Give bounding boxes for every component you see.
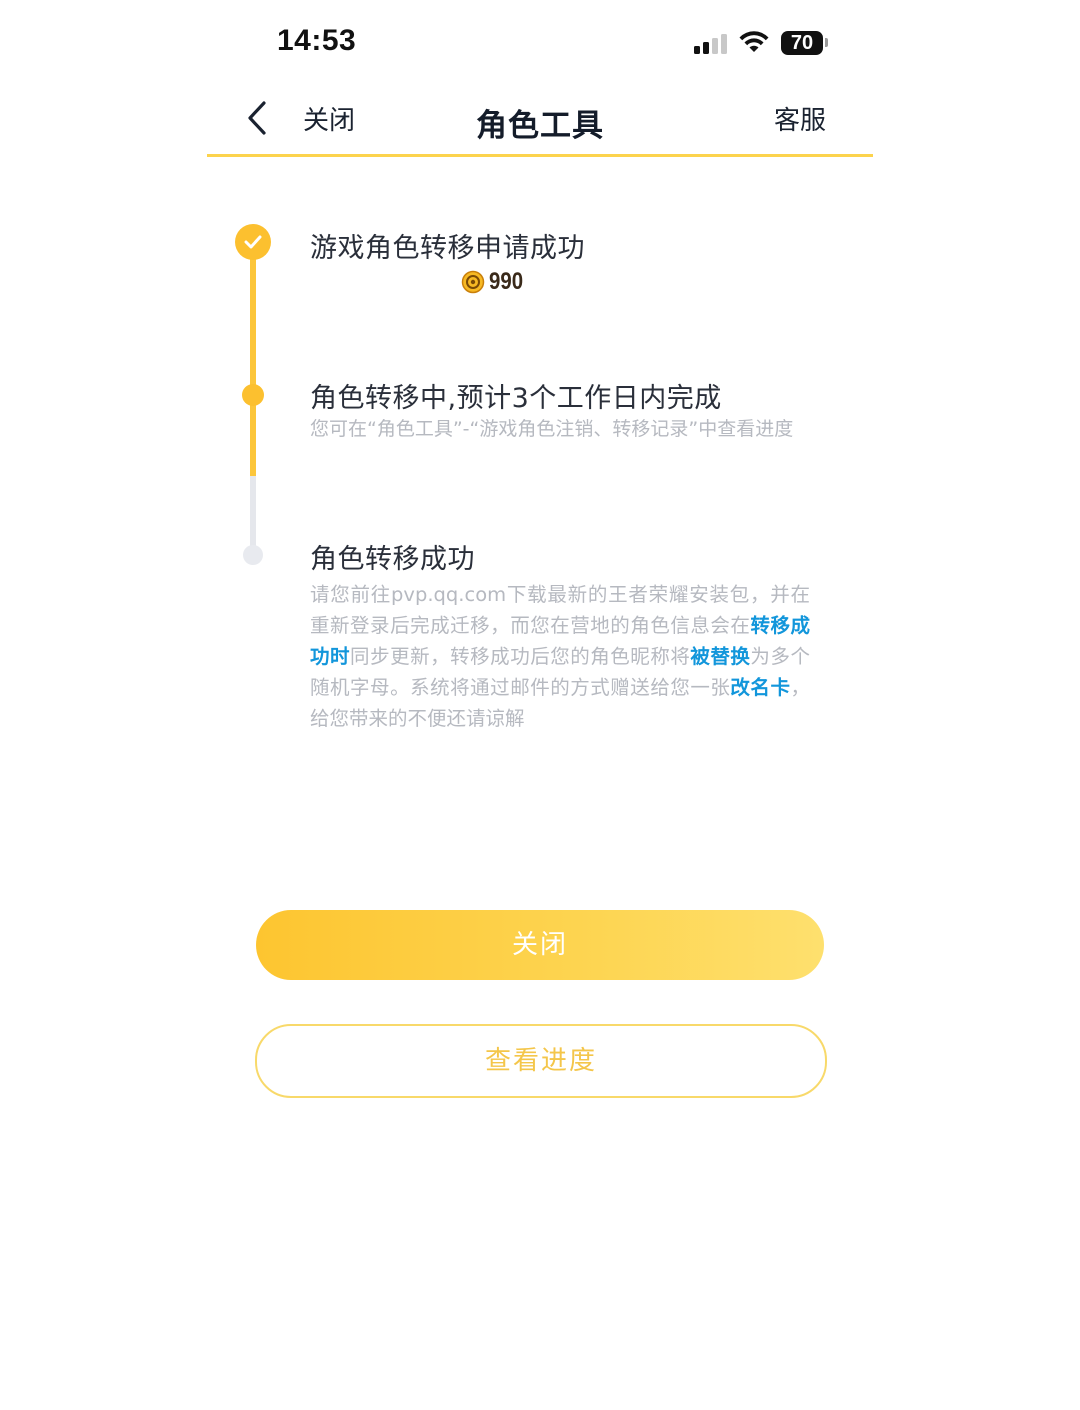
step-done-check-icon: [235, 224, 271, 260]
view-progress-button[interactable]: 查看进度: [255, 1024, 827, 1098]
highlight-replaced: 被替换: [690, 645, 751, 668]
timeline-progress-line: [250, 248, 256, 476]
step-2-description: 您可在“角色工具”-“游戏角色注销、转移记录”中查看进度: [310, 418, 794, 440]
customer-service-button[interactable]: 客服: [774, 100, 826, 137]
step-3-text: 请您前往pvp.qq.com下载最新的王者荣耀安装包，并在重新登录后完成迁移，而…: [310, 583, 810, 637]
battery-icon: 70: [781, 31, 823, 55]
step-3-title: 角色转移成功: [310, 544, 475, 575]
step-3-description: 请您前往pvp.qq.com下载最新的王者荣耀安装包，并在重新登录后完成迁移，而…: [310, 579, 810, 734]
coin-value: 990: [489, 268, 524, 295]
timeline-pending-line: [250, 476, 256, 556]
wifi-icon: [739, 31, 769, 52]
nav-divider: [207, 154, 873, 157]
step-pending-dot: [243, 545, 263, 565]
highlight-rename-card: 改名卡: [730, 676, 791, 699]
step-1-title: 游戏角色转移申请成功: [310, 233, 585, 264]
coin-icon: [461, 270, 485, 294]
close-button[interactable]: 关闭: [256, 910, 824, 980]
page: 14:53 70 关闭 角色工具 客服 游戏角色转移申请成功 990 角色转移中…: [0, 0, 1080, 1410]
status-time: 14:53: [277, 24, 357, 57]
step-active-dot: [242, 384, 264, 406]
page-title: 角色工具: [476, 108, 604, 144]
battery-cap: [825, 38, 828, 47]
step-3-text: 同步更新，转移成功后您的角色昵称将: [350, 645, 691, 668]
cellular-signal-icon: [694, 32, 728, 54]
step-2-title: 角色转移中,预计3个工作日内完成: [310, 383, 722, 414]
